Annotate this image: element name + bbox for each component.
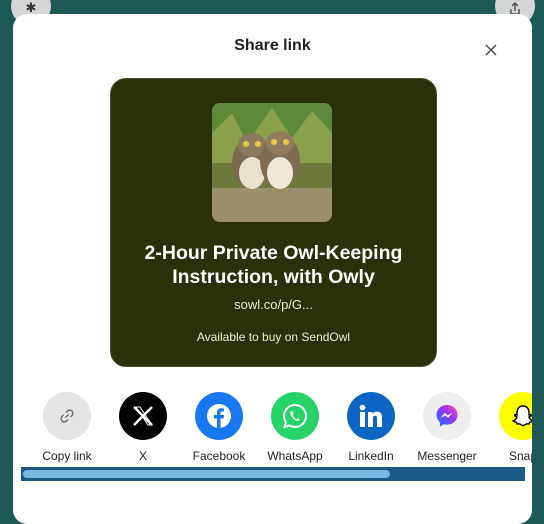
whatsapp-icon <box>271 392 319 440</box>
share-label: X <box>138 449 147 463</box>
x-logo-icon <box>119 392 167 440</box>
share-x[interactable]: X <box>105 392 181 463</box>
facebook-icon <box>195 392 243 440</box>
share-whatsapp[interactable]: WhatsApp <box>257 392 333 463</box>
snapchat-icon <box>499 392 532 440</box>
share-label: Snap <box>508 449 532 463</box>
share-label: WhatsApp <box>267 449 323 463</box>
scrollbar-thumb[interactable] <box>23 470 390 478</box>
share-label: Copy link <box>42 449 92 463</box>
linkedin-icon <box>347 392 395 440</box>
share-linkedin[interactable]: LinkedIn <box>333 392 409 463</box>
share-facebook[interactable]: Facebook <box>181 392 257 463</box>
share-dialog: Share link 2-Hour Private Owl-Keeping In… <box>13 14 532 524</box>
share-label: Messenger <box>417 449 477 463</box>
product-title: 2-Hour Private Owl-Keeping Instruction, … <box>144 242 403 288</box>
share-copy-link[interactable]: Copy link <box>29 392 105 463</box>
product-thumbnail <box>212 103 332 222</box>
dialog-title: Share link <box>234 37 311 54</box>
share-options-row: Copy link X Facebook WhatsApp LinkedIn M… <box>13 392 532 463</box>
share-label: Facebook <box>192 449 246 463</box>
horizontal-scrollbar[interactable] <box>21 467 525 481</box>
product-url: sowl.co/p/G... <box>234 297 313 312</box>
link-preview-card: 2-Hour Private Owl-Keeping Instruction, … <box>110 78 437 367</box>
share-label: LinkedIn <box>348 449 394 463</box>
messenger-icon <box>423 392 471 440</box>
share-messenger[interactable]: Messenger <box>409 392 485 463</box>
product-availability: Available to buy on SendOwl <box>196 330 351 344</box>
share-snapchat[interactable]: Snap <box>485 392 532 463</box>
link-icon <box>43 392 91 440</box>
close-icon[interactable] <box>483 42 499 58</box>
